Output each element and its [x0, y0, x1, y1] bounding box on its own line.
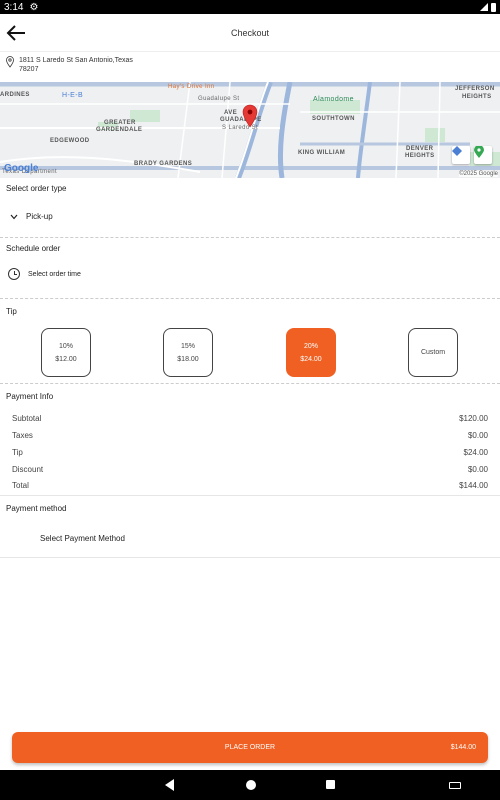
location-pin-icon	[6, 56, 14, 68]
map-copyright: ©2025 Google	[459, 171, 498, 177]
tip-amount: $24.00	[300, 355, 322, 363]
map-label: DENVER	[406, 146, 434, 152]
payment-row-value: $120.00	[459, 414, 488, 423]
system-nav-bar	[0, 770, 500, 800]
payment-row-value: $0.00	[467, 431, 488, 440]
tip-option-15[interactable]: 15% $18.00	[163, 328, 213, 377]
payment-row-label: Discount	[12, 465, 44, 474]
payment-row-tip: Tip $24.00	[12, 448, 488, 457]
map-label: EDGEWOOD	[50, 138, 90, 144]
address-line-2: 78207	[19, 66, 39, 73]
tip-amount: $18.00	[177, 355, 199, 363]
tip-title: Tip	[6, 307, 17, 316]
payment-row-value: $24.00	[463, 448, 488, 457]
place-order-label: PLACE ORDER	[224, 744, 276, 751]
keyboard-icon[interactable]	[449, 782, 461, 789]
map-label: AVE	[224, 110, 238, 116]
order-type-dropdown[interactable]: Pick-up	[10, 212, 53, 221]
nav-home-icon[interactable]	[246, 780, 256, 790]
map-label: KING WILLIAM	[298, 150, 346, 156]
divider	[0, 495, 500, 496]
directions-icon[interactable]	[452, 146, 470, 164]
clock-icon	[8, 268, 20, 280]
payment-row-value: $0.00	[467, 465, 488, 474]
payment-row-label: Tip	[12, 448, 23, 457]
payment-row-taxes: Taxes $0.00	[12, 431, 488, 440]
status-time: 3:14	[4, 1, 24, 13]
google-logo: Google	[4, 163, 39, 174]
payment-info-title: Payment Info	[6, 392, 54, 401]
battery-icon	[491, 2, 496, 12]
map-label: SOUTHTOWN	[312, 116, 355, 122]
payment-row-value: $144.00	[459, 481, 488, 490]
order-type-value: Pick-up	[26, 212, 53, 221]
tip-percent: 10%	[58, 342, 73, 350]
divider	[0, 298, 500, 299]
nav-recents-icon[interactable]	[326, 780, 335, 789]
map-label: GARDENDALE	[96, 127, 143, 133]
place-order-button[interactable]: PLACE ORDER $144.00	[12, 732, 488, 763]
payment-row-total: Total $144.00	[12, 481, 488, 490]
divider	[0, 557, 500, 558]
payment-row-label: Subtotal	[12, 414, 42, 423]
status-bar: 3:14 ⚙	[0, 0, 500, 14]
select-payment-method-button[interactable]: Select Payment Method	[40, 534, 125, 543]
payment-method-title: Payment method	[6, 504, 67, 513]
map-label: JEFFERSON	[455, 86, 495, 92]
payment-row-subtotal: Subtotal $120.00	[12, 414, 488, 423]
map-label: Hay's Drive Inn	[168, 84, 215, 90]
delivery-address: 1811 S Laredo St San Antonio,Texas 78207	[6, 56, 133, 74]
google-maps-icon[interactable]	[474, 146, 492, 164]
place-order-price: $144.00	[450, 744, 476, 751]
map-label: Alamodome	[313, 96, 354, 103]
app-bar: Checkout	[0, 14, 500, 52]
chevron-down-icon	[10, 214, 18, 219]
select-order-time-button[interactable]: Select order time	[8, 268, 81, 280]
signal-icon	[480, 3, 488, 11]
map-label: ARDINES	[0, 92, 30, 98]
map-label: HEIGHTS	[405, 153, 435, 159]
tip-percent: 20%	[303, 342, 318, 350]
schedule-title: Schedule order	[6, 244, 61, 253]
settings-gear-icon: ⚙	[29, 1, 39, 13]
map-label: HEIGHTS	[462, 94, 492, 100]
map-label: BRADY GARDENS	[134, 161, 193, 167]
select-order-time-label: Select order time	[28, 270, 81, 278]
page-title: Checkout	[230, 27, 270, 38]
divider	[0, 383, 500, 384]
map-marker-icon	[242, 104, 258, 128]
map-label: Guadalupe St	[198, 96, 240, 102]
tip-percent: 15%	[180, 342, 195, 350]
divider	[0, 237, 500, 238]
tip-option-20[interactable]: 20% $24.00	[286, 328, 336, 377]
map-label: GREATER	[104, 120, 136, 126]
payment-row-label: Taxes	[12, 431, 33, 440]
tip-option-custom[interactable]: Custom	[408, 328, 458, 377]
order-type-title: Select order type	[6, 184, 67, 193]
nav-back-icon[interactable]	[165, 779, 174, 791]
map-label: H-E-B	[62, 92, 84, 99]
address-line-1: 1811 S Laredo St San Antonio,Texas	[19, 57, 133, 64]
payment-row-label: Total	[12, 481, 29, 490]
tip-custom-label: Custom	[420, 349, 446, 356]
payment-row-discount: Discount $0.00	[12, 465, 488, 474]
tip-option-10[interactable]: 10% $12.00	[41, 328, 91, 377]
tip-amount: $12.00	[55, 355, 77, 363]
back-arrow-icon[interactable]	[6, 24, 26, 42]
location-map[interactable]: Hay's Drive Inn Guadalupe St Alamodome J…	[0, 82, 500, 178]
